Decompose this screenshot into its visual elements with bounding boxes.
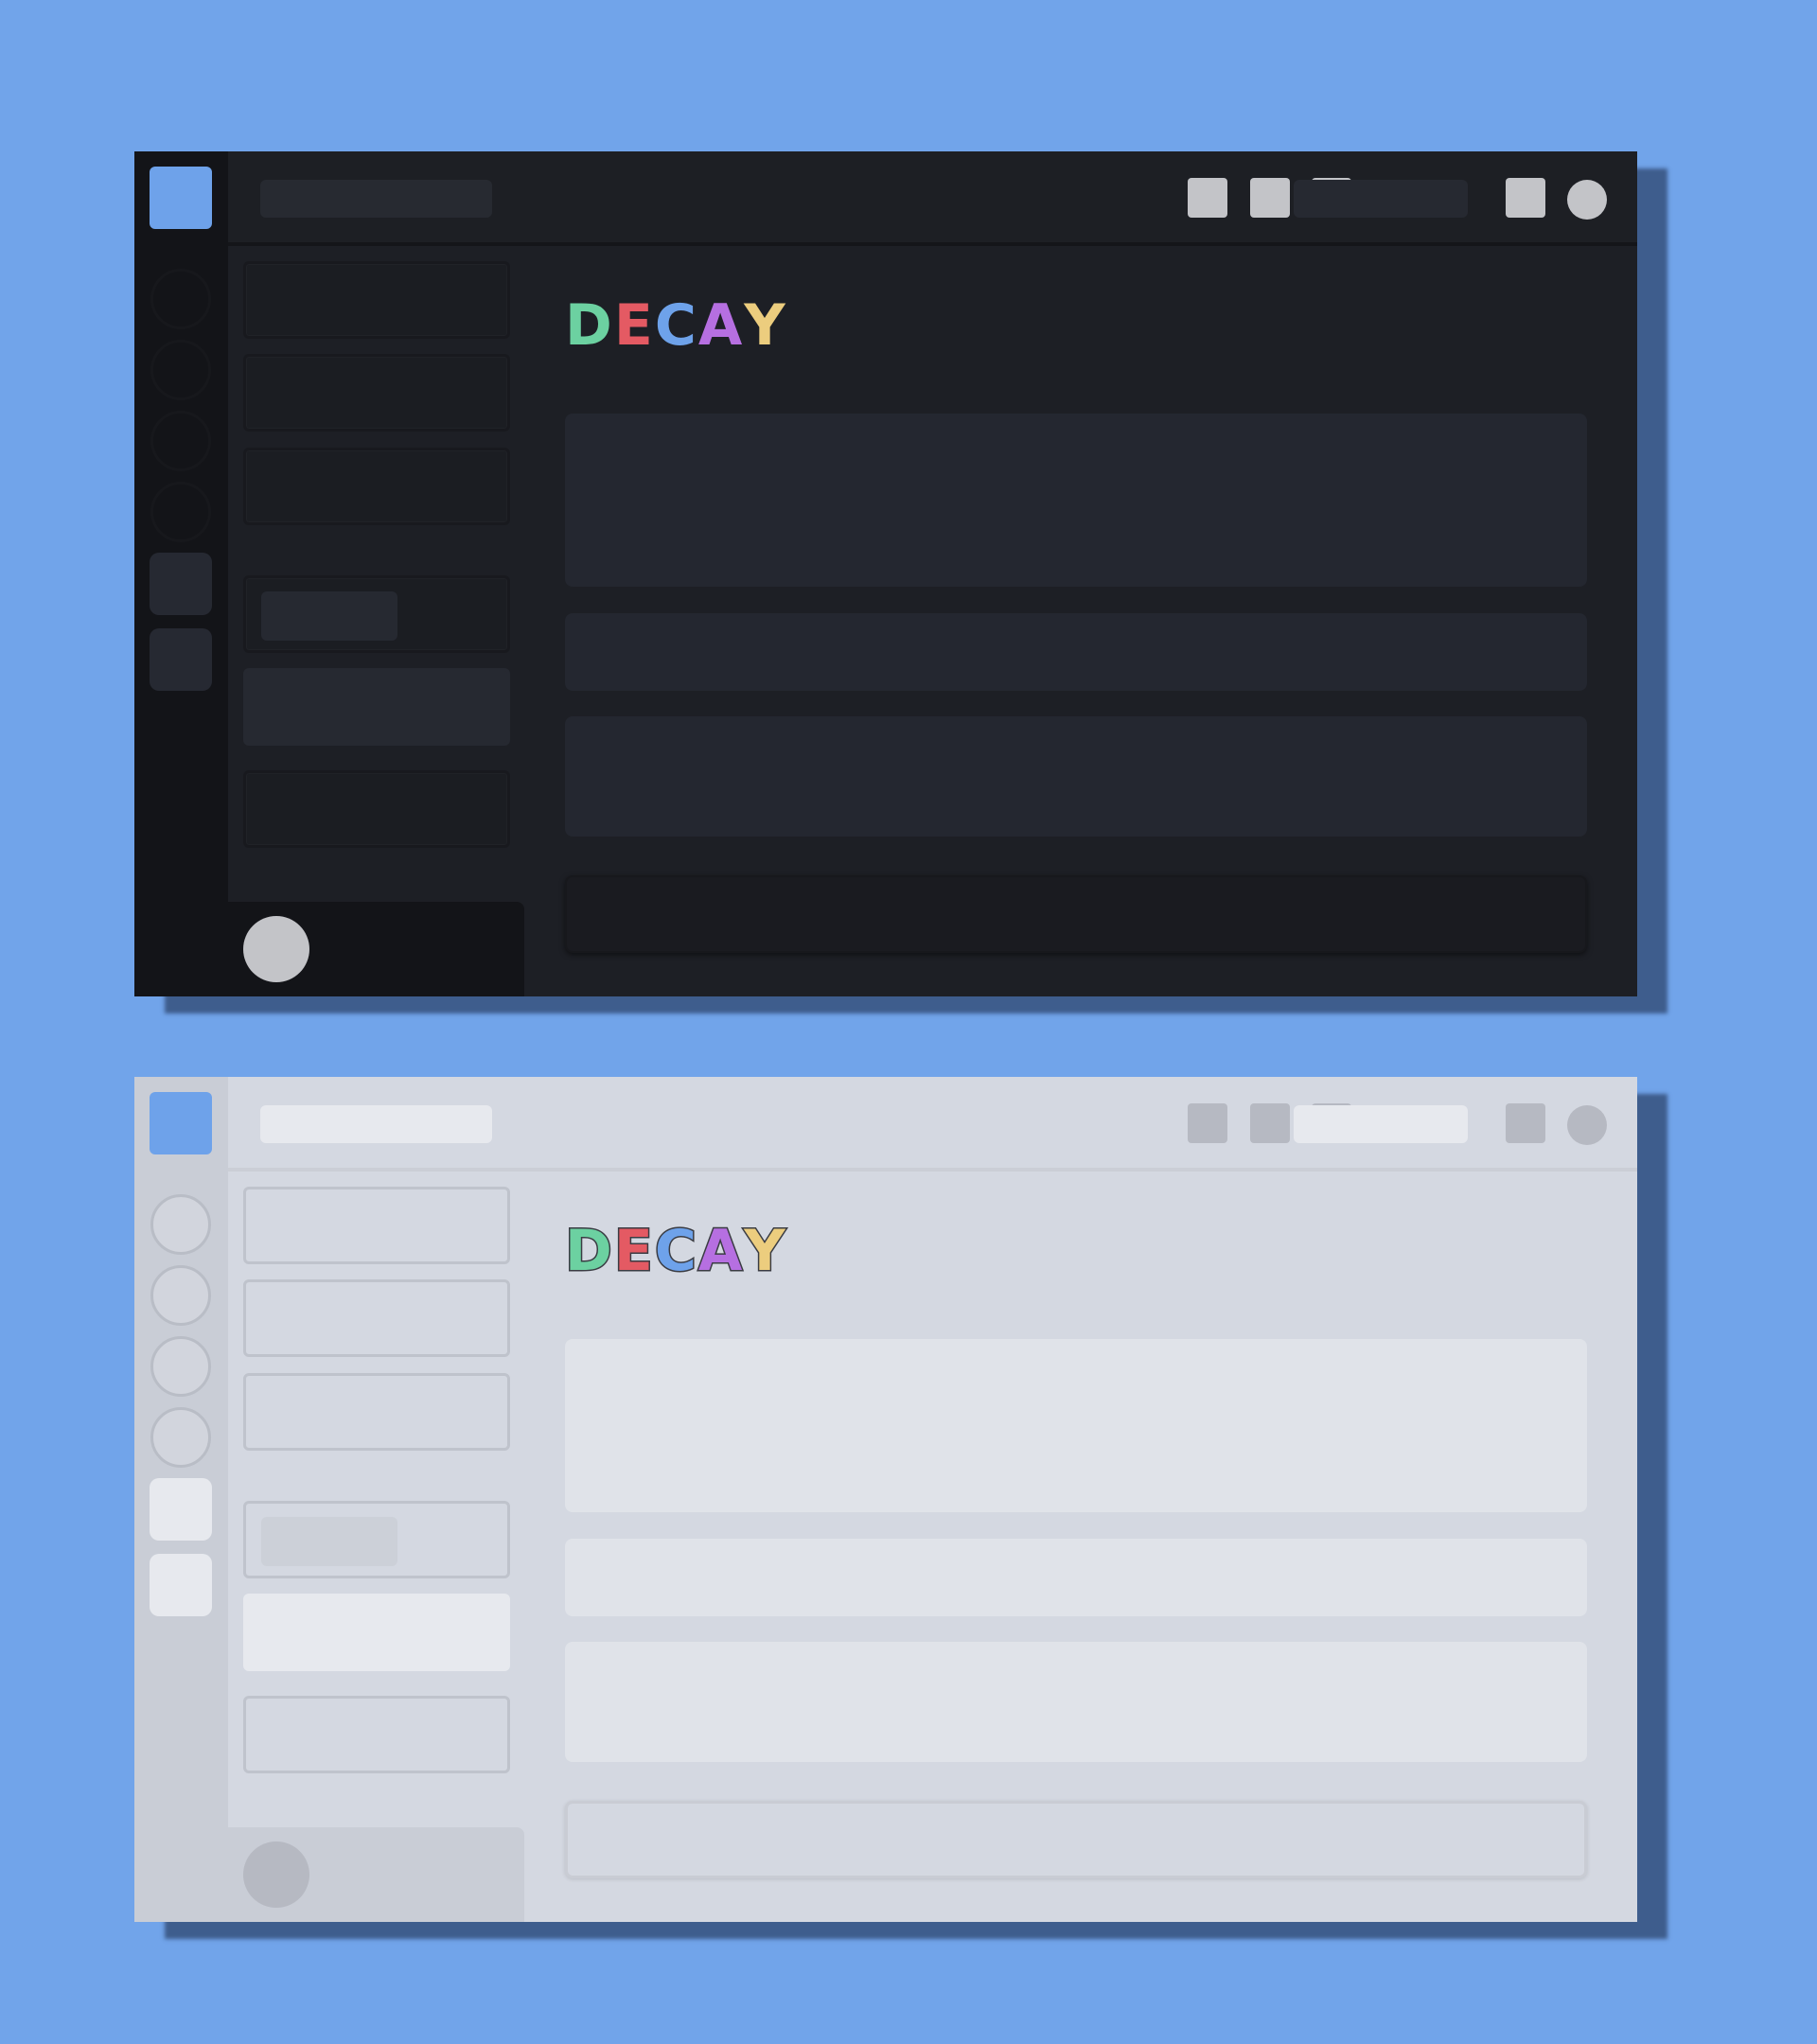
content-card	[565, 1339, 1587, 1512]
channel-sidebar	[228, 246, 524, 996]
channel-title	[260, 1105, 492, 1143]
explore-button[interactable]	[150, 1554, 212, 1616]
server-rail	[134, 151, 228, 996]
channel-item[interactable]	[243, 1187, 510, 1264]
brand-letter: D	[565, 292, 614, 359]
user-menu-icon[interactable]	[1567, 1105, 1607, 1145]
channel-item-selected[interactable]	[243, 668, 510, 746]
user-panel	[228, 1827, 524, 1922]
channel-sidebar	[228, 1172, 524, 1922]
dark-theme-window: D E C A Y	[134, 151, 1637, 996]
server-icon[interactable]	[150, 340, 211, 400]
main-content: D E C A Y	[524, 246, 1637, 996]
user-avatar-icon[interactable]	[243, 916, 309, 982]
channel-item[interactable]	[243, 1696, 510, 1773]
user-panel	[228, 902, 524, 996]
server-icon[interactable]	[150, 1407, 211, 1468]
content-card	[565, 613, 1587, 691]
channel-item[interactable]	[243, 261, 510, 339]
message-input[interactable]	[565, 1801, 1587, 1878]
brand-letter: Y	[744, 292, 787, 359]
brand-logo: D E C A Y	[565, 297, 787, 354]
brand-letter: A	[697, 292, 745, 359]
content-card	[565, 1539, 1587, 1616]
message-input[interactable]	[565, 875, 1587, 953]
top-bar	[228, 151, 1637, 246]
channel-item[interactable]	[243, 354, 510, 432]
server-icon[interactable]	[150, 269, 211, 329]
channel-title	[260, 180, 492, 218]
top-bar	[228, 1077, 1637, 1172]
toolbar-icon-2[interactable]	[1250, 1103, 1290, 1143]
brand-letter: C	[653, 1218, 698, 1284]
channel-item[interactable]	[243, 448, 510, 525]
server-rail	[134, 1077, 228, 1922]
light-theme-window: D E C A Y	[134, 1077, 1637, 1922]
add-server-button[interactable]	[150, 553, 212, 615]
add-server-button[interactable]	[150, 1478, 212, 1541]
channel-item[interactable]	[243, 1279, 510, 1357]
channel-item[interactable]	[243, 1373, 510, 1451]
brand-letter: D	[564, 1218, 614, 1284]
server-icon[interactable]	[150, 1194, 211, 1255]
user-avatar-icon[interactable]	[243, 1841, 309, 1908]
toolbar-icon-1[interactable]	[1188, 178, 1227, 218]
server-icon[interactable]	[150, 1265, 211, 1326]
brand-letter: A	[697, 1218, 745, 1284]
explore-button[interactable]	[150, 628, 212, 691]
brand-logo: D E C A Y	[564, 1218, 787, 1284]
channel-chip	[261, 1517, 397, 1566]
app-logo-icon[interactable]	[150, 167, 212, 229]
main-content: D E C A Y	[524, 1172, 1637, 1922]
content-card	[565, 414, 1587, 587]
inbox-icon[interactable]	[1506, 178, 1545, 218]
channel-item[interactable]	[243, 1501, 510, 1578]
brand-letter: Y	[743, 1218, 787, 1284]
content-card	[565, 1642, 1587, 1762]
brand-letter: C	[654, 292, 698, 359]
toolbar-icon-1[interactable]	[1188, 1103, 1227, 1143]
app-logo-icon[interactable]	[150, 1092, 212, 1154]
brand-letter: E	[612, 1218, 655, 1284]
user-menu-icon[interactable]	[1567, 180, 1607, 220]
search-input[interactable]	[1294, 1105, 1468, 1143]
content-card	[565, 716, 1587, 837]
channel-item[interactable]	[243, 575, 510, 653]
channel-item-selected[interactable]	[243, 1594, 510, 1671]
channel-chip	[261, 591, 397, 641]
brand-letter: E	[613, 292, 655, 359]
inbox-icon[interactable]	[1506, 1103, 1545, 1143]
search-input[interactable]	[1294, 180, 1468, 218]
server-icon[interactable]	[150, 482, 211, 542]
channel-item[interactable]	[243, 770, 510, 848]
server-icon[interactable]	[150, 411, 211, 471]
toolbar-icon-2[interactable]	[1250, 178, 1290, 218]
server-icon[interactable]	[150, 1336, 211, 1397]
